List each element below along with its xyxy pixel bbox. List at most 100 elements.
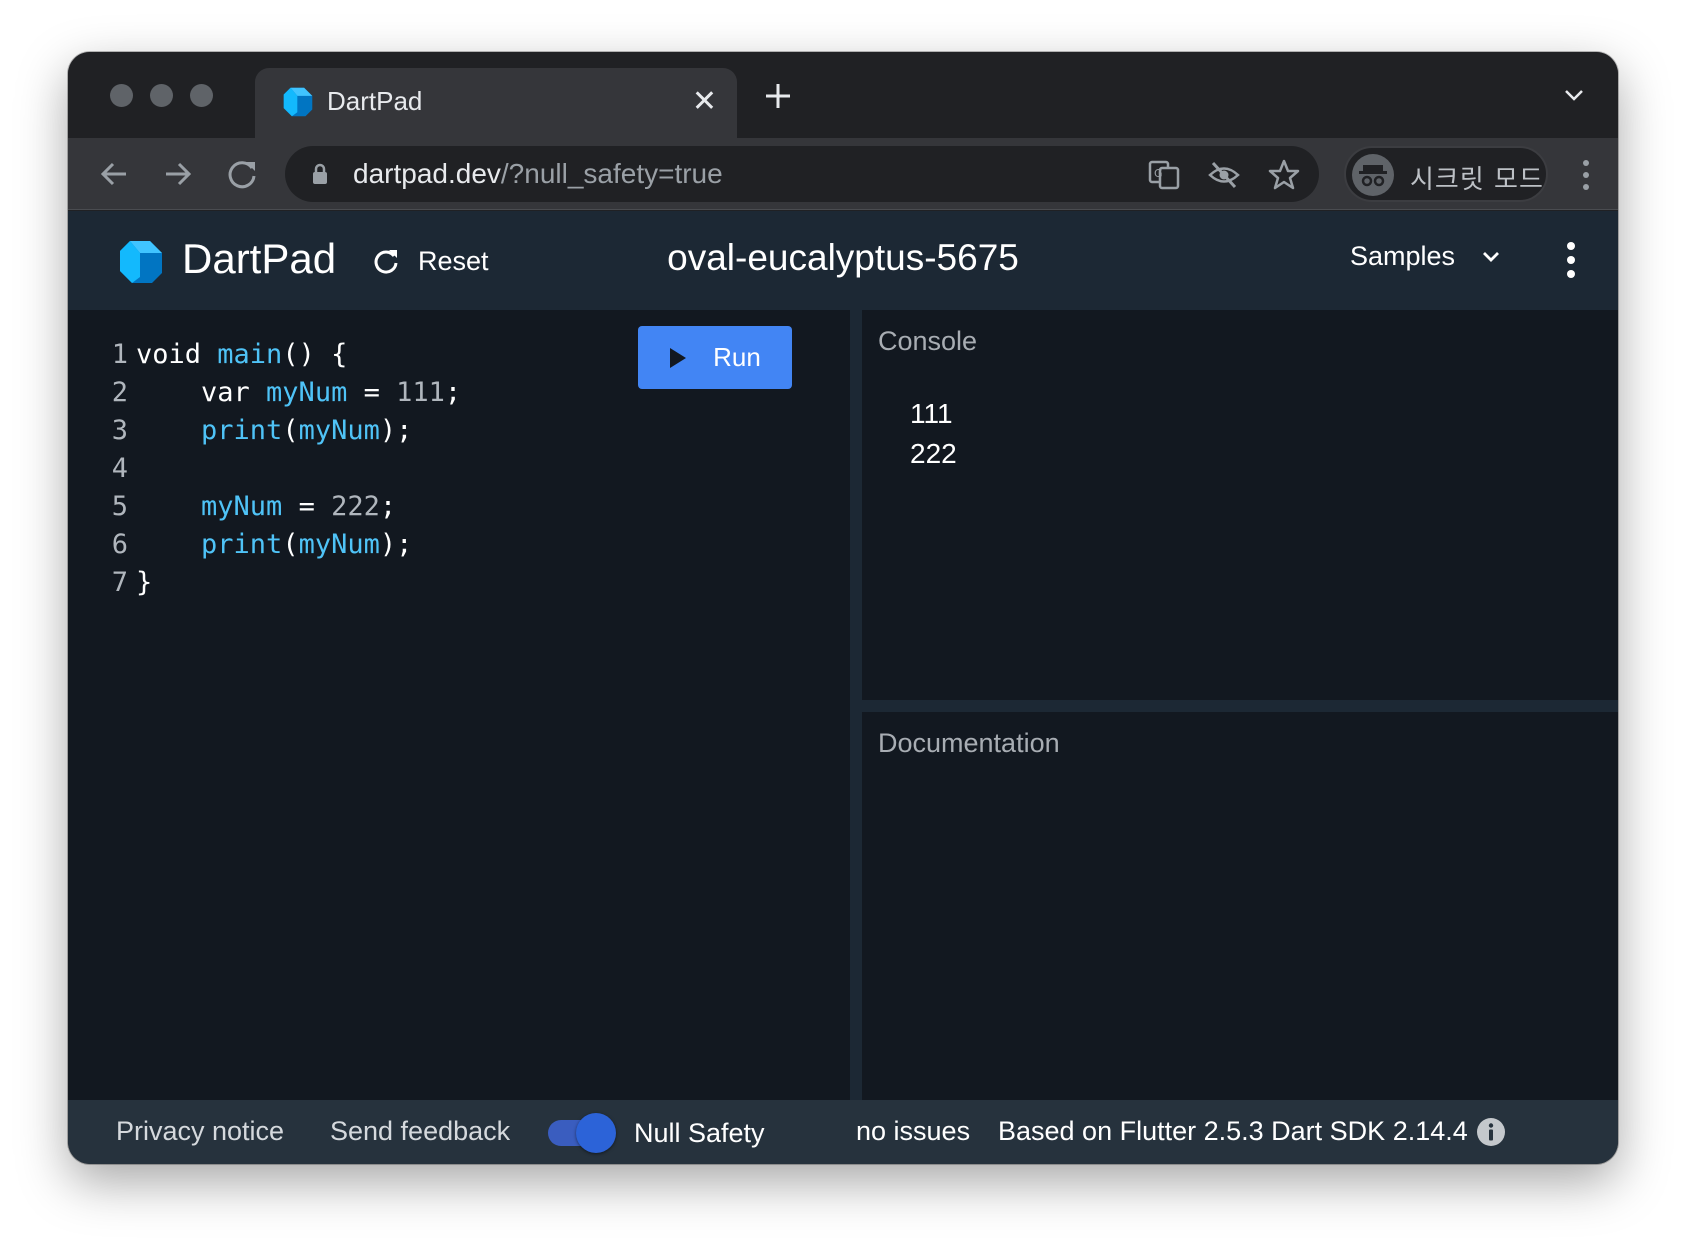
code-text: var myNum = 111; bbox=[136, 374, 461, 412]
reload-icon[interactable] bbox=[222, 154, 262, 194]
code-line[interactable]: 5 myNum = 222; bbox=[98, 488, 461, 526]
send-feedback-link[interactable]: Send feedback bbox=[330, 1116, 510, 1147]
code-token: = bbox=[282, 491, 332, 522]
play-icon bbox=[670, 347, 687, 368]
reset-button[interactable]: Reset bbox=[372, 241, 489, 281]
line-number: 1 bbox=[111, 339, 128, 370]
line-number: 2 bbox=[111, 377, 128, 408]
chevron-down-icon[interactable] bbox=[1562, 86, 1586, 104]
code-token: ); bbox=[379, 415, 413, 446]
more-vert-icon[interactable] bbox=[1580, 158, 1592, 192]
issues-status: no issues bbox=[856, 1116, 971, 1146]
minimize-window-button[interactable] bbox=[150, 84, 173, 107]
tab-dartpad[interactable]: DartPad ✕ bbox=[255, 68, 737, 138]
code-token: ; bbox=[444, 377, 462, 408]
code-token: () { bbox=[282, 339, 348, 370]
code-token: 222 bbox=[331, 491, 380, 522]
maximize-window-button[interactable] bbox=[190, 84, 213, 107]
more-vert-icon[interactable] bbox=[1564, 241, 1578, 279]
address-bar[interactable]: dartpad.dev/?null_safety=true G bbox=[285, 146, 1319, 202]
documentation-title: Documentation bbox=[878, 728, 1060, 758]
console-panel[interactable]: Console 111 222 bbox=[862, 310, 1618, 700]
workspace: 1 void main() {2 var myNum = 111; 3 print(… bbox=[68, 310, 1618, 1100]
code-token: ( bbox=[282, 529, 299, 560]
reset-label: Reset bbox=[418, 245, 489, 276]
console-title: Console bbox=[878, 326, 978, 356]
code-line[interactable]: 7} bbox=[98, 564, 461, 602]
code-token: ; bbox=[379, 491, 397, 522]
dart-logo-icon bbox=[283, 87, 313, 117]
code-token: print bbox=[201, 415, 283, 446]
code-line[interactable]: 6 print(myNum); bbox=[98, 526, 461, 564]
translate-icon[interactable]: G bbox=[1147, 158, 1181, 192]
code-token: ( bbox=[282, 415, 299, 446]
eye-off-icon[interactable] bbox=[1207, 158, 1241, 192]
forward-arrow-icon[interactable] bbox=[158, 154, 198, 194]
svg-text:G: G bbox=[1154, 167, 1163, 180]
tab-strip: DartPad ✕ bbox=[68, 52, 1618, 138]
info-icon[interactable] bbox=[1476, 1117, 1506, 1147]
url-text[interactable]: dartpad.dev/?null_safety=true bbox=[353, 158, 723, 190]
null-safety-toggle[interactable] bbox=[548, 1113, 616, 1153]
lock-icon[interactable] bbox=[311, 163, 329, 185]
code-text: void main() { bbox=[136, 336, 347, 374]
privacy-notice-link[interactable]: Privacy notice bbox=[116, 1116, 284, 1147]
code-token: = bbox=[347, 377, 397, 408]
back-arrow-icon[interactable] bbox=[94, 154, 134, 194]
code-line[interactable]: 2 var myNum = 111; bbox=[98, 374, 461, 412]
dartpad-header: DartPad Reset oval-eucalyptus-5675 Sampl… bbox=[68, 211, 1618, 310]
console-line: 222 bbox=[910, 438, 957, 469]
close-window-button[interactable] bbox=[110, 84, 133, 107]
line-number: 6 bbox=[111, 529, 128, 560]
browser-window: DartPad ✕ dartpad.dev/?null_safety=true … bbox=[68, 52, 1618, 1164]
run-button[interactable]: Run bbox=[638, 326, 792, 389]
run-label: Run bbox=[713, 342, 761, 372]
chevron-down-icon bbox=[1483, 251, 1500, 262]
line-number: 3 bbox=[111, 415, 128, 446]
tab-title: DartPad bbox=[327, 86, 423, 116]
status-bar: Privacy notice Send feedback Null Safety… bbox=[68, 1100, 1618, 1164]
url-path: /?null_safety=true bbox=[500, 158, 723, 189]
refresh-icon bbox=[374, 250, 398, 274]
code-token: } bbox=[136, 567, 153, 598]
dart-logo-icon[interactable] bbox=[116, 237, 166, 287]
star-icon[interactable] bbox=[1267, 158, 1301, 192]
window-controls bbox=[110, 84, 213, 107]
code-lines[interactable]: 1 void main() {2 var myNum = 111; 3 print(… bbox=[98, 336, 461, 602]
pad-title[interactable]: oval-eucalyptus-5675 bbox=[667, 237, 1019, 278]
code-token: myNum bbox=[266, 377, 348, 408]
code-token: print bbox=[201, 529, 283, 560]
code-line[interactable]: 4 bbox=[98, 450, 461, 488]
code-token: myNum bbox=[298, 529, 380, 560]
code-editor[interactable]: 1 void main() {2 var myNum = 111; 3 print(… bbox=[68, 310, 850, 1100]
code-token: var bbox=[136, 377, 267, 408]
code-token: main bbox=[217, 339, 283, 370]
line-number: 5 bbox=[111, 491, 128, 522]
code-text: print(myNum); bbox=[136, 412, 412, 450]
incognito-icon bbox=[1352, 154, 1394, 196]
code-text: } bbox=[136, 564, 152, 602]
documentation-panel[interactable]: Documentation bbox=[862, 712, 1618, 1100]
close-icon[interactable]: ✕ bbox=[692, 84, 717, 119]
code-token: void bbox=[136, 339, 218, 370]
incognito-indicator[interactable]: 시크릿 모드 bbox=[1344, 146, 1548, 202]
code-token: ); bbox=[379, 529, 413, 560]
sdk-version: Based on Flutter 2.5.3 Dart SDK 2.14.4 bbox=[998, 1116, 1468, 1146]
code-token: 111 bbox=[396, 377, 445, 408]
code-line[interactable]: 3 print(myNum); bbox=[98, 412, 461, 450]
plus-icon[interactable] bbox=[758, 76, 798, 116]
null-safety-label: Null Safety bbox=[634, 1118, 765, 1148]
incognito-label: 시크릿 모드 bbox=[1410, 165, 1544, 195]
code-token: myNum bbox=[201, 491, 283, 522]
app-name[interactable]: DartPad bbox=[182, 235, 336, 283]
console-output: 111 222 bbox=[910, 394, 957, 474]
code-line[interactable]: 1 void main() { bbox=[98, 336, 461, 374]
samples-dropdown[interactable]: Samples bbox=[1350, 241, 1503, 272]
line-number: 4 bbox=[111, 453, 128, 484]
line-number: 7 bbox=[111, 567, 128, 598]
browser-toolbar: dartpad.dev/?null_safety=true G 시크릿 모드 bbox=[68, 138, 1618, 210]
code-text: myNum = 222; bbox=[136, 488, 396, 526]
